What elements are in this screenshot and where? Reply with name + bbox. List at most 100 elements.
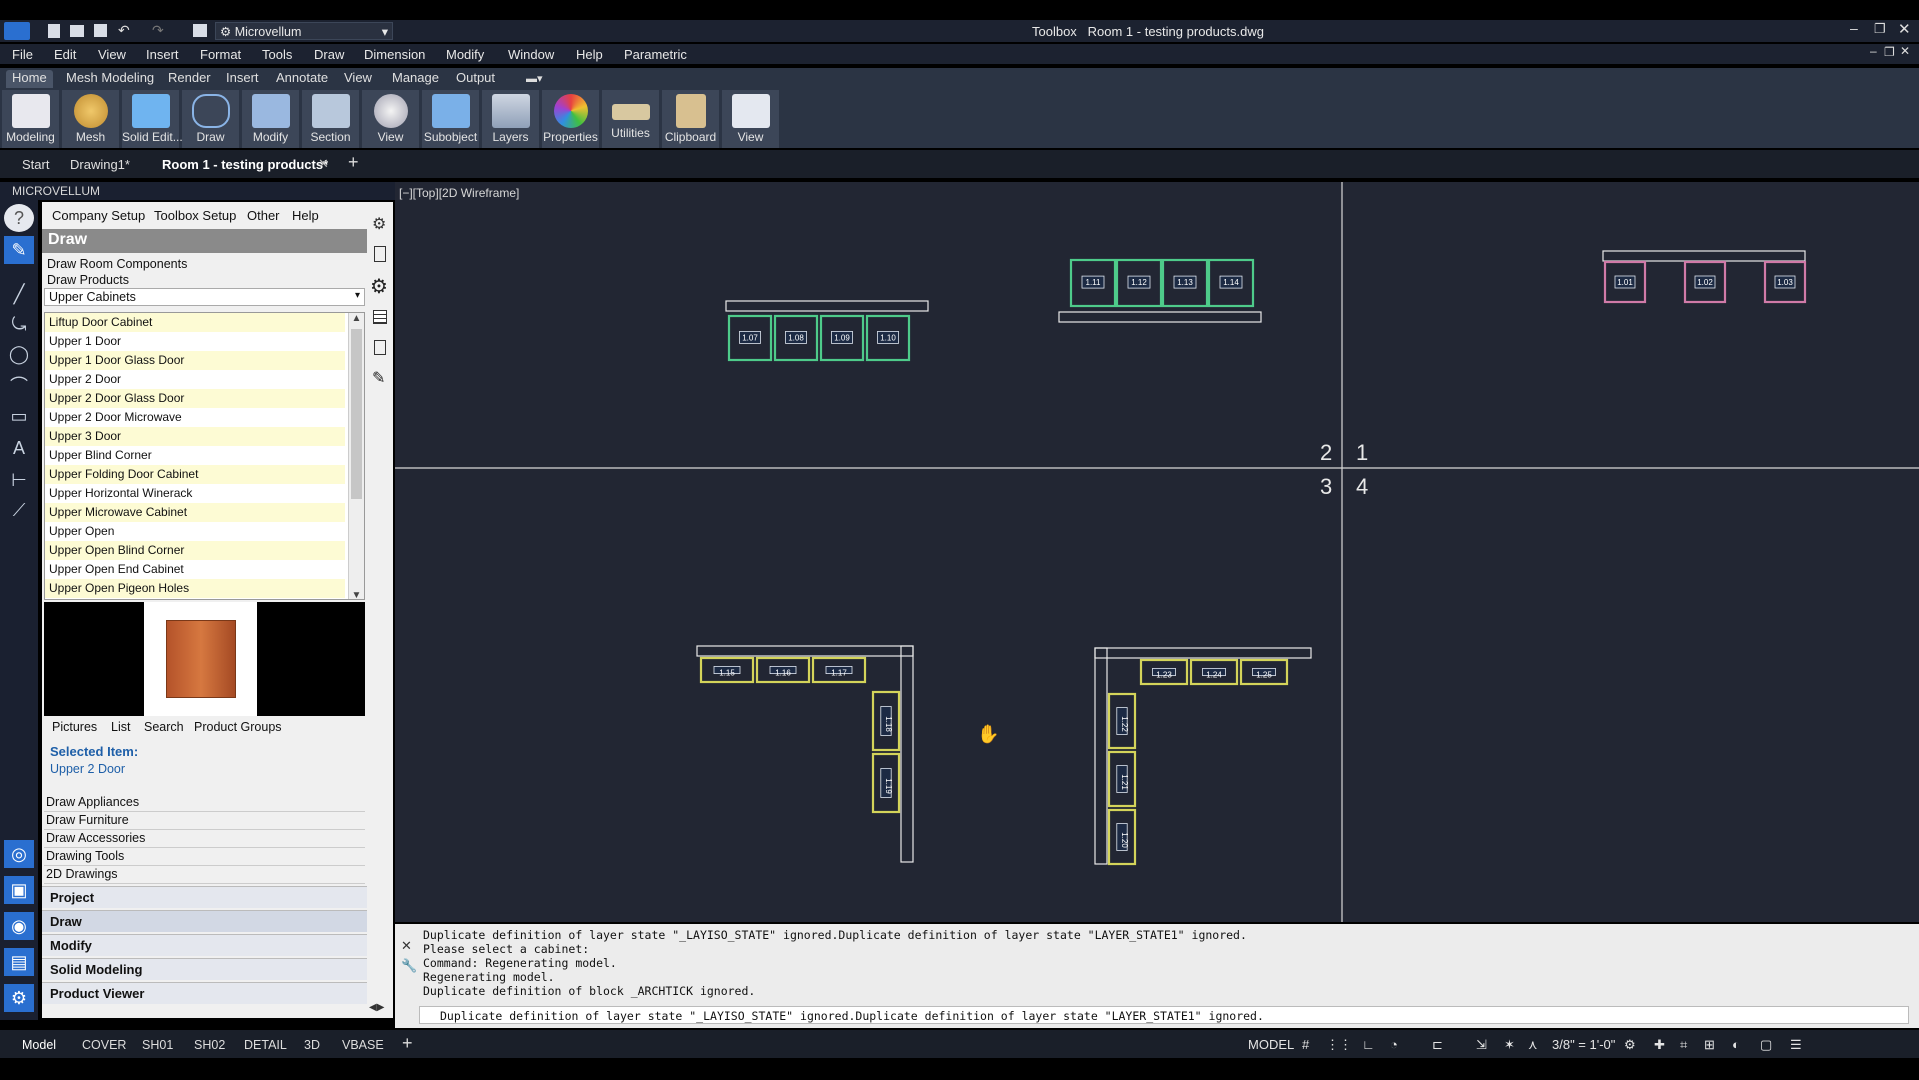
list-item[interactable]: Upper 3 Door [45, 427, 345, 446]
object-snap-icon[interactable]: ⊏ [1432, 1037, 1443, 1053]
draw-pencil-icon[interactable]: ✎ [4, 236, 34, 264]
layout-tab-sh02[interactable]: SH02 [194, 1038, 225, 1052]
line-tool-icon[interactable]: ╱ [4, 280, 34, 308]
arc-tool-icon[interactable]: ⌒ [4, 372, 34, 400]
text-tool-icon[interactable]: A [4, 434, 34, 462]
ribbon-utilities-button[interactable]: Utilities [602, 90, 660, 148]
draw-accessories-link[interactable]: Draw Accessories [44, 830, 365, 848]
close-command-icon[interactable]: ✕ [401, 938, 412, 954]
page-icon[interactable] [374, 340, 386, 355]
tab-list[interactable]: List [111, 720, 130, 734]
draw-appliances-link[interactable]: Draw Appliances [44, 794, 365, 812]
annotation-visibility-icon[interactable]: ✶ [1504, 1037, 1515, 1053]
list-item[interactable]: Upper 1 Door [45, 332, 345, 351]
group-project[interactable]: Project [42, 886, 367, 908]
restore-icon[interactable]: ❐ [1874, 21, 1886, 37]
ribbon-subobject-button[interactable]: Subobject [422, 90, 480, 148]
ribbon-clipboard-button[interactable]: Clipboard [662, 90, 720, 148]
tab-home[interactable]: Home [6, 70, 53, 88]
scroll-left-icon[interactable]: ◀▶ [369, 1002, 384, 1013]
print-icon[interactable] [193, 24, 207, 37]
grid-icon[interactable]: # [1302, 1037, 1309, 1052]
list-item[interactable]: Upper Microwave Cabinet [45, 503, 345, 522]
group-solid-modeling[interactable]: Solid Modeling [42, 958, 367, 980]
list-item[interactable]: Upper 1 Door Glass Door [45, 351, 345, 370]
minimize-icon[interactable]: – [1850, 20, 1858, 36]
units-icon[interactable]: ⌗ [1680, 1037, 1687, 1053]
tab-view[interactable]: View [338, 70, 378, 88]
list-item[interactable]: Upper Folding Door Cabinet [45, 465, 345, 484]
tab-search[interactable]: Search [144, 720, 184, 734]
isolate-icon[interactable]: ⊞ [1704, 1037, 1715, 1053]
draw-room-components-link[interactable]: Draw Room Components [47, 257, 187, 271]
ribbon-view2-button[interactable]: View [722, 90, 780, 148]
menu-edit[interactable]: Edit [54, 47, 76, 62]
ribbon-draw-button[interactable]: Draw [182, 90, 240, 148]
customize-menu-icon[interactable]: ☰ [1790, 1037, 1802, 1053]
clean-screen-icon[interactable]: ▢ [1760, 1037, 1772, 1053]
ribbon-options-icon[interactable]: ▬▾ [526, 72, 548, 85]
menu-tools[interactable]: Tools [262, 47, 292, 62]
group-draw[interactable]: Draw [42, 910, 367, 932]
layout-tab-detail[interactable]: DETAIL [244, 1038, 287, 1052]
panel-menu-help[interactable]: Help [292, 208, 319, 223]
menu-view[interactable]: View [98, 47, 126, 62]
ribbon-layers-button[interactable]: Layers [482, 90, 540, 148]
settings-gear-icon[interactable]: ⚙ [4, 984, 34, 1012]
list-item[interactable]: Upper Horizontal Winerack [45, 484, 345, 503]
chevron-up-icon[interactable]: ▲ [349, 313, 364, 324]
annotation-scale-value[interactable]: 3/8" = 1'-0" [1552, 1037, 1615, 1052]
project-icon[interactable]: ◎ [4, 840, 34, 868]
tab-insert[interactable]: Insert [220, 70, 265, 88]
draw-furniture-link[interactable]: Draw Furniture [44, 812, 365, 830]
tab-pictures[interactable]: Pictures [52, 720, 97, 734]
layout-tab-sh01[interactable]: SH01 [142, 1038, 173, 1052]
document-icon[interactable] [374, 246, 386, 262]
ribbon-mesh-button[interactable]: Mesh [62, 90, 120, 148]
tab-manage[interactable]: Manage [386, 70, 445, 88]
command-input[interactable]: Duplicate definition of layer state "_LA… [419, 1006, 1909, 1024]
cube-icon[interactable]: ▣ [4, 876, 34, 904]
lineweight-icon[interactable]: ⇲ [1476, 1037, 1487, 1053]
layout-tab-cover[interactable]: COVER [82, 1038, 126, 1052]
app-logo-icon[interactable] [4, 22, 30, 40]
menu-insert[interactable]: Insert [146, 47, 179, 62]
list-item[interactable]: Upper Open [45, 522, 345, 541]
2d-drawings-link[interactable]: 2D Drawings [44, 866, 365, 884]
panel-menu-toolbox-setup[interactable]: Toolbox Setup [154, 208, 236, 223]
polyline-tool-icon[interactable]: ⤿ [4, 310, 34, 338]
crosshair-icon[interactable]: ✚ [1654, 1037, 1665, 1053]
list-item[interactable]: Upper Open Pigeon Holes [45, 579, 345, 598]
rectangle-tool-icon[interactable]: ▭ [4, 402, 34, 430]
hardware-acceleration-icon[interactable]: ◐ [1732, 1037, 1740, 1052]
menu-window[interactable]: Window [508, 47, 554, 62]
group-modify[interactable]: Modify [42, 934, 367, 956]
doc-tab-drawing1[interactable]: Drawing1* [70, 157, 130, 172]
layout-tab-model[interactable]: Model [22, 1038, 56, 1052]
tab-output[interactable]: Output [450, 70, 501, 88]
new-file-icon[interactable] [48, 24, 60, 38]
menu-file[interactable]: File [12, 47, 33, 62]
doc-restore-icon[interactable]: ❐ [1884, 45, 1895, 59]
list-item[interactable]: Upper 2 Door Glass Door [45, 389, 345, 408]
monitor-icon[interactable]: ▤ [4, 948, 34, 976]
ribbon-properties-button[interactable]: Properties [542, 90, 600, 148]
dimension-tool-icon[interactable]: ⊢ [4, 466, 34, 494]
add-layout-plus-icon[interactable]: + [402, 1033, 413, 1054]
product-list-scrollbar[interactable]: ▲ ▼ [348, 313, 364, 599]
gear-icon[interactable]: ⚙ [372, 214, 386, 234]
scroll-thumb[interactable] [351, 329, 362, 499]
list-item[interactable]: Upper Open End Cabinet [45, 560, 345, 579]
help-icon[interactable]: ? [4, 204, 34, 232]
doc-tab-close-icon[interactable]: ✕ [318, 156, 329, 172]
undo-icon[interactable]: ↶ [118, 22, 130, 39]
menu-dimension[interactable]: Dimension [364, 47, 425, 62]
menu-help[interactable]: Help [576, 47, 603, 62]
list-item[interactable]: Liftup Door Cabinet [45, 313, 345, 332]
chevron-down-icon[interactable]: ▼ [349, 590, 364, 599]
drawing-viewport[interactable]: [−][Top][2D Wireframe] 1.07 1.08 1.09 1.10 1… [395, 182, 1919, 922]
ribbon-view-button[interactable]: View [362, 90, 420, 148]
new-tab-plus-icon[interactable]: + [348, 152, 359, 173]
group-product-viewer[interactable]: Product Viewer [42, 982, 367, 1004]
doc-tab-start[interactable]: Start [22, 157, 49, 172]
